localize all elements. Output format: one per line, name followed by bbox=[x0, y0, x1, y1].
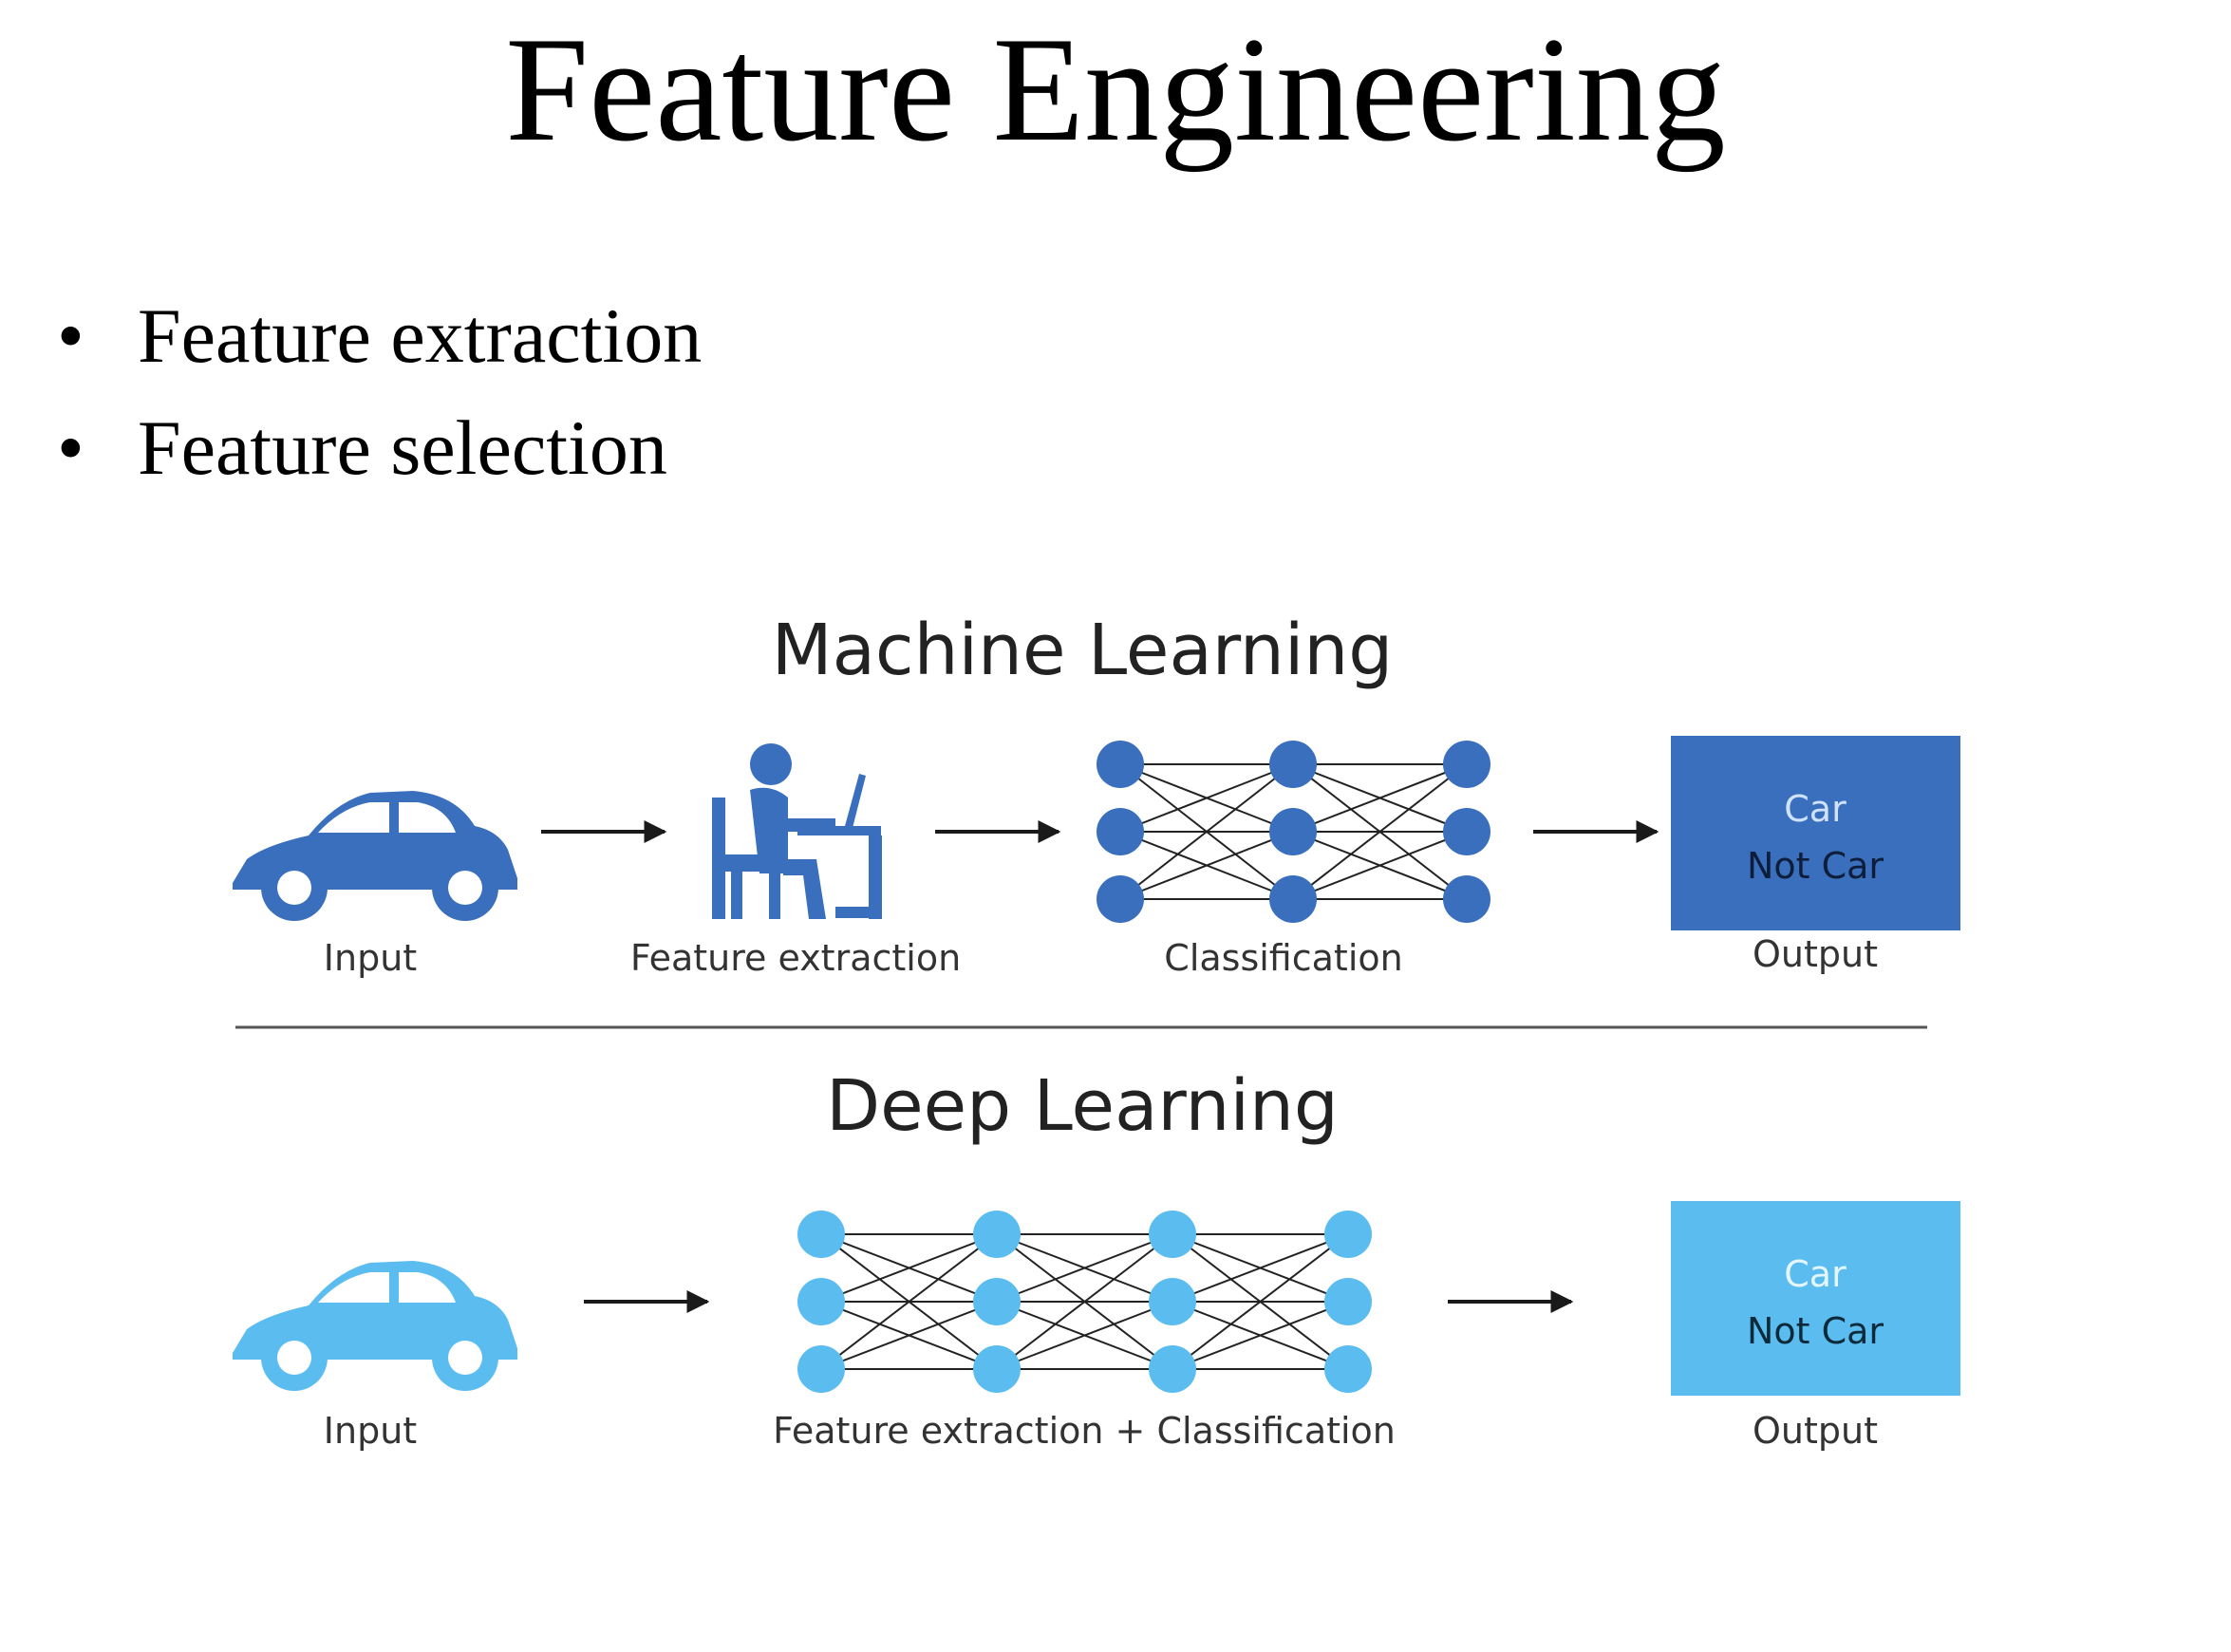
ml-output-box bbox=[1671, 736, 1960, 930]
ml-output-car: Car bbox=[1784, 788, 1847, 830]
network-node bbox=[973, 1278, 1021, 1325]
bullet-text: Feature extraction bbox=[138, 292, 703, 379]
network-node bbox=[1324, 1211, 1372, 1258]
network-node bbox=[1269, 808, 1317, 855]
network-node bbox=[1324, 1345, 1372, 1393]
dl-title: Deep Learning bbox=[826, 1065, 1339, 1147]
dl-output-car: Car bbox=[1784, 1253, 1847, 1295]
dl-output-box bbox=[1671, 1201, 1960, 1396]
bullet-dot: • bbox=[57, 292, 84, 379]
dl-step-output: Output bbox=[1753, 1410, 1878, 1452]
dl-output-not-car: Not Car bbox=[1747, 1310, 1884, 1352]
ml-title: Machine Learning bbox=[772, 610, 1394, 691]
ml-output-not-car: Not Car bbox=[1747, 845, 1884, 887]
network-node bbox=[797, 1278, 845, 1325]
bullet-item: • Feature selection bbox=[57, 392, 702, 504]
dl-step-feature-extraction-classification: Feature extraction + Classification bbox=[773, 1410, 1396, 1452]
ml-step-classification: Classification bbox=[1164, 937, 1402, 979]
neural-network-icon bbox=[797, 1211, 1372, 1393]
network-node bbox=[1149, 1345, 1196, 1393]
bullet-dot: • bbox=[57, 404, 84, 491]
network-node bbox=[1269, 741, 1317, 788]
network-node bbox=[1443, 875, 1490, 923]
network-node bbox=[1149, 1211, 1196, 1258]
dl-step-input: Input bbox=[324, 1410, 417, 1452]
ml-step-feature-extraction: Feature extraction bbox=[630, 937, 961, 979]
car-icon bbox=[233, 791, 517, 921]
network-node bbox=[1269, 875, 1317, 923]
person-at-desk-icon bbox=[712, 743, 882, 919]
bullet-list: • Feature extraction • Feature selection bbox=[57, 280, 702, 504]
network-node bbox=[1097, 875, 1144, 923]
bullet-text: Feature selection bbox=[138, 404, 667, 491]
network-node bbox=[797, 1211, 845, 1258]
bullet-item: • Feature extraction bbox=[57, 280, 702, 392]
network-node bbox=[1097, 808, 1144, 855]
car-icon bbox=[233, 1261, 517, 1391]
ml-step-output: Output bbox=[1753, 933, 1878, 975]
ml-vs-dl-diagram: Machine Learning Input Feature extractio… bbox=[0, 570, 2231, 1519]
network-node bbox=[1097, 741, 1144, 788]
network-node bbox=[797, 1345, 845, 1393]
slide-title: Feature Engineering bbox=[505, 7, 1726, 173]
network-node bbox=[1443, 808, 1490, 855]
neural-network-icon bbox=[1097, 741, 1490, 923]
ml-step-input: Input bbox=[324, 937, 417, 979]
network-node bbox=[973, 1345, 1021, 1393]
network-node bbox=[1324, 1278, 1372, 1325]
network-node bbox=[1149, 1278, 1196, 1325]
network-node bbox=[973, 1211, 1021, 1258]
network-node bbox=[1443, 741, 1490, 788]
